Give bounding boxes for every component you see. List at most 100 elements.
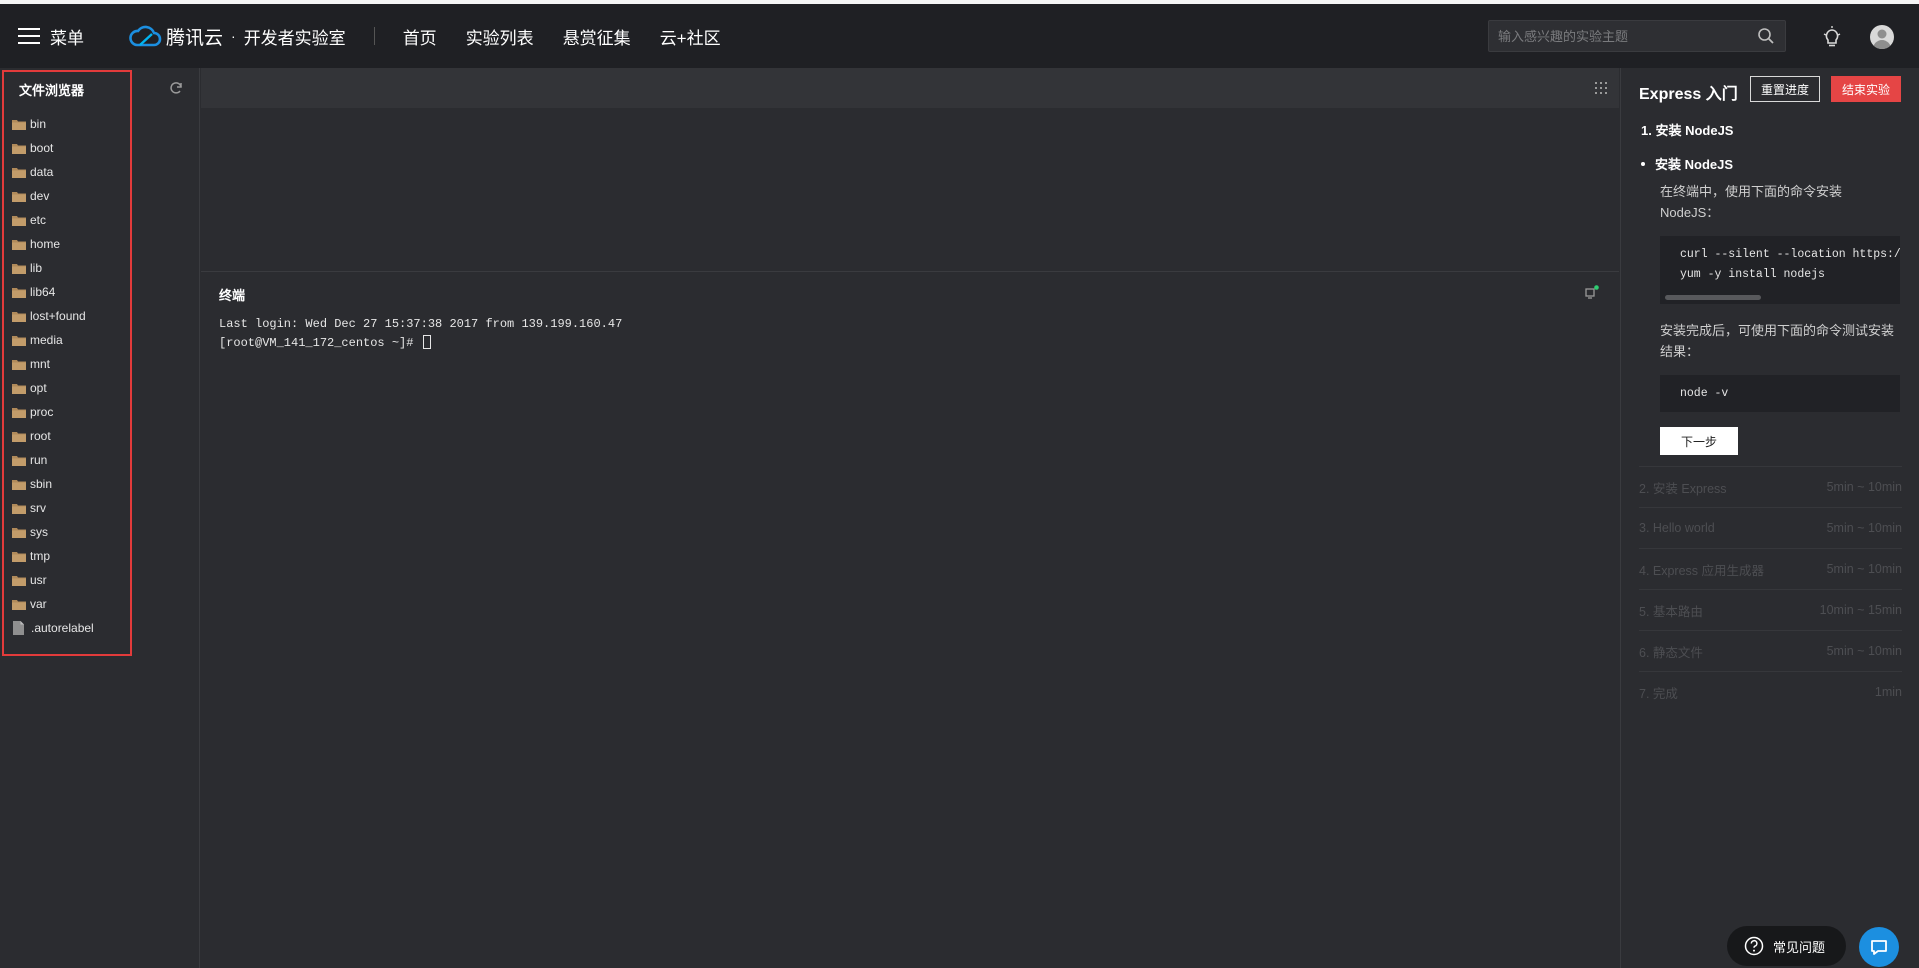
file-item[interactable]: boot	[12, 136, 94, 160]
user-icon	[1873, 29, 1891, 49]
step-time: 5min ~ 10min	[1826, 562, 1902, 576]
menu-button[interactable]: 菜单	[18, 24, 84, 49]
search-input[interactable]	[1489, 28, 1757, 44]
file-item[interactable]: tmp	[12, 544, 94, 568]
top-header: 菜单 腾讯云 · 开发者实验室 首页 实验列表 悬赏征集 云+社区	[0, 4, 1919, 68]
folder-icon	[12, 551, 26, 562]
folder-icon	[12, 239, 26, 250]
folder-icon	[12, 575, 26, 586]
file-browser-title: 文件浏览器	[19, 83, 85, 98]
grid-icon[interactable]	[1595, 82, 1607, 94]
terminal-panel[interactable]: 终端 Last login: Wed Dec 27 15:37:38 2017 …	[201, 273, 1619, 968]
file-item[interactable]: usr	[12, 568, 94, 592]
folder-icon	[12, 311, 26, 322]
step-time: 5min ~ 10min	[1826, 521, 1902, 535]
refresh-icon[interactable]	[169, 81, 183, 95]
brand-logo[interactable]: 腾讯云 · 开发者实验室	[128, 23, 346, 50]
folder-icon	[12, 119, 26, 130]
step-row[interactable]: 5. 基本路由 10min ~ 15min	[1639, 589, 1902, 630]
file-item[interactable]: media	[12, 328, 94, 352]
file-item[interactable]: data	[12, 160, 94, 184]
step-row[interactable]: 4. Express 应用生成器 5min ~ 10min	[1639, 548, 1902, 589]
folder-icon	[12, 431, 26, 442]
cloud-logo-icon	[129, 25, 162, 47]
folder-icon	[12, 263, 26, 274]
file-item[interactable]: sys	[12, 520, 94, 544]
nav-lab-list[interactable]: 实验列表	[466, 24, 534, 49]
sub-step-label: 安装 NodeJS	[1655, 157, 1734, 172]
step-row[interactable]: 2. 安装 Express 5min ~ 10min	[1639, 466, 1902, 507]
step-row[interactable]: 6. 静态文件 5min ~ 10min	[1639, 630, 1902, 671]
step-name: 2. 安装 Express	[1639, 481, 1727, 496]
file-browser-panel: 文件浏览器 bin boot data dev etc home lib lib64 lost+…	[0, 68, 200, 968]
terminal-prompt-text: [root@VM_141_172_centos ~]#	[219, 336, 421, 350]
file-name: etc	[30, 213, 47, 227]
terminal-connection-icon[interactable]	[1585, 285, 1599, 299]
file-item[interactable]: sbin	[12, 472, 94, 496]
file-name: bin	[30, 117, 47, 131]
folder-icon	[12, 383, 26, 394]
header-divider	[373, 27, 375, 45]
step-name: 7. 完成	[1639, 686, 1678, 701]
current-step-heading: 1. 安装 NodeJS	[1641, 123, 1734, 138]
folder-icon	[12, 479, 26, 490]
file-item[interactable]: root	[12, 424, 94, 448]
step-row[interactable]: 7. 完成 1min	[1639, 671, 1902, 712]
file-item[interactable]: lib64	[12, 280, 94, 304]
folder-icon	[12, 215, 26, 226]
folder-icon	[12, 359, 26, 370]
nav-bounty[interactable]: 悬赏征集	[563, 24, 631, 49]
chat-button[interactable]	[1859, 927, 1899, 967]
faq-label: 常见问题	[1773, 939, 1826, 955]
brand-name: 腾讯云	[166, 27, 224, 49]
step-time: 1min	[1874, 685, 1902, 699]
file-item[interactable]: proc	[12, 400, 94, 424]
folder-icon	[12, 455, 26, 466]
next-step-button[interactable]: 下一步	[1660, 427, 1738, 455]
code-scrollbar[interactable]	[1665, 295, 1761, 300]
lab-title: Express 入门	[1639, 86, 1738, 103]
nav-community[interactable]: 云+社区	[660, 24, 721, 49]
file-item[interactable]: etc	[12, 208, 94, 232]
file-icon	[13, 621, 24, 635]
file-name: dev	[30, 189, 50, 203]
hamburger-icon	[18, 28, 40, 44]
file-item[interactable]: var	[12, 592, 94, 616]
editor-toolbar	[201, 68, 1619, 108]
reset-progress-button[interactable]: 重置进度	[1750, 76, 1820, 102]
step-name: 6. 静态文件	[1639, 645, 1703, 660]
user-avatar[interactable]	[1870, 25, 1894, 49]
file-item[interactable]: home	[12, 232, 94, 256]
file-name: lib	[30, 261, 43, 275]
file-item[interactable]: srv	[12, 496, 94, 520]
step-list: 2. 安装 Express 5min ~ 10min 3. Hello world 5…	[1639, 466, 1902, 712]
step-row[interactable]: 3. Hello world 5min ~ 10min	[1639, 507, 1902, 548]
editor-area[interactable]	[201, 108, 1619, 272]
code-block-test[interactable]: node -v	[1660, 375, 1900, 412]
file-item[interactable]: opt	[12, 376, 94, 400]
faq-button[interactable]: 常见问题	[1727, 926, 1846, 966]
file-name: lib64	[30, 285, 56, 299]
file-item[interactable]: bin	[12, 112, 94, 136]
instruction-paragraph-1: 在终端中，使用下面的命令安装 NodeJS：	[1660, 184, 1843, 220]
file-name: srv	[30, 501, 46, 515]
file-item[interactable]: dev	[12, 184, 94, 208]
code-block-install[interactable]: curl --silent --location https://rpm.nod…	[1660, 236, 1900, 304]
file-name: mnt	[30, 357, 51, 371]
file-item[interactable]: run	[12, 448, 94, 472]
main-nav: 首页 实验列表 悬赏征集 云+社区	[403, 24, 750, 49]
file-item[interactable]: lost+found	[12, 304, 94, 328]
file-item[interactable]: .autorelabel	[12, 616, 94, 640]
lightbulb-icon[interactable]	[1822, 26, 1842, 48]
folder-icon	[12, 287, 26, 298]
search-box	[1488, 20, 1786, 52]
folder-icon	[12, 527, 26, 538]
chat-icon	[1871, 940, 1887, 955]
file-name: lost+found	[30, 309, 86, 323]
end-lab-button[interactable]: 结束实验	[1831, 76, 1901, 102]
search-icon[interactable]	[1757, 27, 1775, 45]
file-item[interactable]: lib	[12, 256, 94, 280]
file-item[interactable]: mnt	[12, 352, 94, 376]
nav-home[interactable]: 首页	[403, 24, 437, 49]
lab-guide-panel: Express 入门 重置进度 结束实验 1. 安装 NodeJS 安装 Nod…	[1620, 68, 1919, 968]
